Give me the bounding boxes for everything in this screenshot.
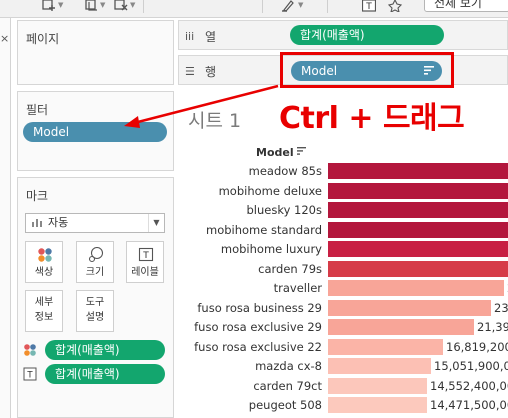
pin-icon[interactable] [388, 0, 402, 12]
label-icon: T [23, 367, 37, 381]
svg-text:T: T [142, 251, 149, 261]
columns-pill[interactable]: 합계(매출액) [290, 25, 444, 45]
bar[interactable] [328, 163, 508, 179]
bar[interactable] [328, 221, 508, 238]
highlight-pen-icon[interactable] [281, 0, 295, 12]
mark-type-label: 자동 [48, 216, 69, 229]
row-label: mobihome standard [206, 222, 322, 237]
tooltip-button-label: 도구 설명 [85, 297, 105, 323]
bar[interactable] [328, 397, 427, 413]
svg-text:T: T [365, 2, 372, 12]
bar[interactable] [328, 241, 508, 257]
duplicate-sheet-icon[interactable] [84, 0, 98, 12]
bar[interactable] [328, 319, 474, 335]
clear-sheet-icon[interactable] [114, 0, 128, 12]
mark-type-select[interactable]: 자동 ▼ [25, 213, 165, 233]
row-label: traveller [273, 281, 322, 295]
label-icon: T [138, 247, 154, 262]
text-label-icon[interactable]: T [362, 0, 376, 12]
row-label: mazda cx-8 [255, 359, 322, 373]
bar[interactable] [328, 377, 427, 394]
toolbar: ▼ ▼ ▼ ▼ T 전체 보기 [0, 0, 508, 18]
mark-field-color-pill[interactable]: 합계(매출액) [45, 340, 165, 360]
label-button[interactable]: T 레이블 [126, 241, 164, 283]
bar-value-label: 21,39 [477, 320, 508, 334]
row-label: mobihome luxury [220, 242, 322, 256]
row-header-model[interactable]: Model [256, 146, 294, 159]
bar-value-label: 16,819,200 [446, 339, 508, 354]
marks-title: 마크 [26, 189, 49, 203]
color-dots-icon [38, 248, 52, 262]
detail-button-label: 세부 정보 [34, 297, 54, 323]
marks-pane: 마크 자동 ▼ 색상 크기 T 레이블 세부 정보 도구 설명 합계(매출액) … [17, 177, 174, 418]
size-icon [88, 247, 104, 263]
row-label: peugeot 508 [248, 398, 322, 412]
add-data-icon[interactable] [42, 0, 56, 12]
bar[interactable] [328, 338, 443, 355]
left-side-strip: × [0, 18, 11, 418]
color-button-label: 색상 [34, 267, 54, 278]
annotation-arrow [124, 84, 279, 128]
chevron-down-icon[interactable]: ▼ [148, 214, 164, 232]
bar-value-label: 14,552,400,00 [430, 378, 508, 393]
bar[interactable] [328, 299, 491, 316]
bar-chart-icon [32, 219, 42, 227]
mark-field-label-pill[interactable]: 합계(매출액) [45, 364, 165, 384]
row-label: bluesky 120s [246, 203, 322, 217]
columns-icon: iii [185, 30, 195, 43]
pages-pane[interactable]: 페이지 [17, 20, 174, 85]
label-button-label: 레이블 [131, 267, 159, 278]
bar-value-label: 14,471,500,00 [430, 398, 508, 412]
sort-descending-icon[interactable] [297, 147, 306, 155]
rows-label: 행 [205, 65, 217, 79]
annotation-highlight-box [280, 52, 454, 88]
row-label: meadow 85s [248, 164, 322, 178]
bar[interactable] [328, 358, 431, 374]
row-label: fuso rosa exclusive 29 [194, 320, 322, 334]
color-button[interactable]: 색상 [25, 241, 63, 283]
tooltip-button[interactable]: 도구 설명 [76, 290, 114, 332]
rows-icon: ☰ [185, 65, 195, 78]
columns-shelf[interactable]: iii 열 합계(매출액) [178, 20, 508, 50]
bar-value-label: 23 [494, 300, 508, 315]
view-select[interactable]: 전체 보기 [424, 0, 508, 12]
bar[interactable] [328, 280, 504, 296]
svg-text:T: T [26, 371, 33, 381]
bar[interactable] [328, 202, 508, 218]
pages-title: 페이지 [26, 32, 60, 46]
row-label: fuso rosa exclusive 22 [194, 339, 322, 354]
columns-label: 열 [205, 30, 217, 44]
bar-value-label: 15,051,900,0 [434, 359, 508, 373]
row-label: mobihome deluxe [218, 183, 322, 198]
color-dots-icon [24, 344, 36, 356]
size-button[interactable]: 크기 [76, 241, 114, 283]
annotation-text: Ctrl + 드래그 [279, 101, 465, 136]
collapse-icon[interactable]: × [0, 32, 9, 45]
row-label: carden 79s [258, 261, 322, 276]
row-label: carden 79ct [253, 378, 322, 393]
bar[interactable] [328, 260, 508, 277]
detail-button[interactable]: 세부 정보 [25, 290, 63, 332]
filters-title: 필터 [26, 103, 49, 117]
size-button-label: 크기 [85, 267, 105, 278]
row-label: fuso rosa business 29 [197, 300, 322, 315]
bar[interactable] [328, 182, 508, 199]
